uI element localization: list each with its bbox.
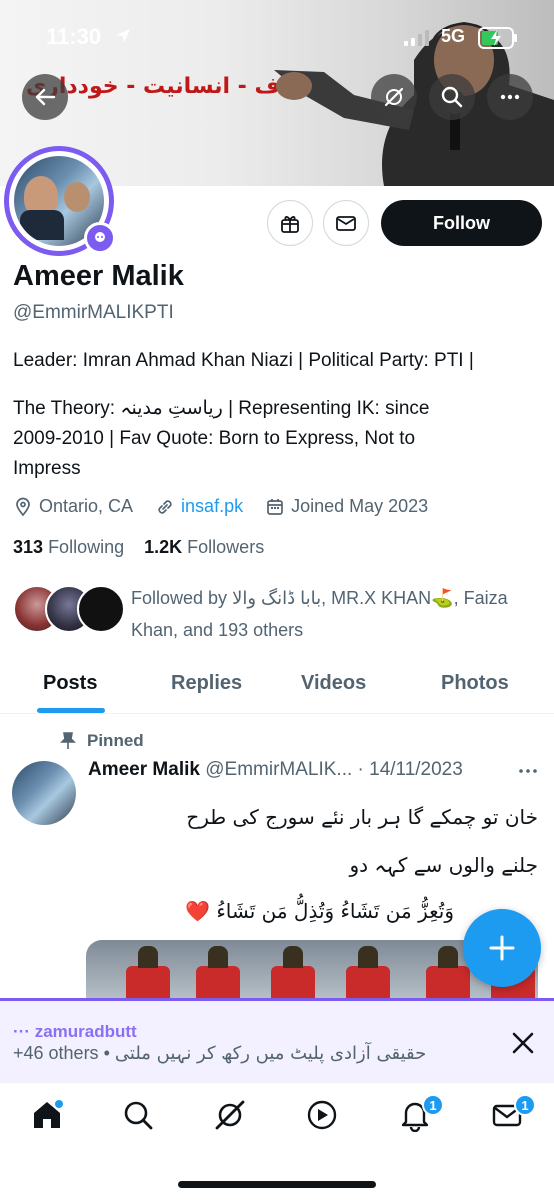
location-pin-icon — [16, 497, 30, 516]
location-arrow-icon — [116, 29, 130, 43]
following-link[interactable]: 313 Following — [13, 537, 124, 557]
follow-button[interactable]: Follow — [381, 200, 542, 246]
profile-name: Ameer Malik — [13, 260, 184, 292]
space-host: ··· zamuradbutt — [13, 1022, 137, 1041]
search-button[interactable] — [429, 74, 475, 120]
post-handle-date: @EmmirMALIK... · 14/11/2023 — [205, 759, 463, 780]
message-button[interactable] — [323, 200, 369, 246]
bio-line-1: Leader: Imran Ahmad Khan Niazi | Politic… — [13, 350, 474, 371]
followers-count: 1.2K — [144, 537, 183, 557]
mail-icon — [336, 216, 356, 231]
calendar-icon — [267, 498, 283, 515]
post-text-line-1: خان تو چمکے گا ہر بار نئے سورج کی طرح — [186, 805, 538, 829]
follower-avatar-3[interactable] — [77, 585, 125, 633]
profile-meta: Ontario, CA insaf.pk Joined May 2023 — [13, 496, 450, 517]
gift-button[interactable] — [267, 200, 313, 246]
pinned-label: Pinned — [60, 731, 144, 751]
tab-videos[interactable]: Videos — [301, 672, 366, 695]
back-arrow-icon — [35, 88, 56, 106]
status-time: 11:30 — [46, 24, 102, 49]
space-title: حقیقی آزادی پلیٹ میں رکھ کر نہیں ملتی — [114, 1043, 427, 1064]
notifications-badge: 1 — [422, 1094, 444, 1116]
followers-label: Followers — [187, 537, 265, 557]
joined-text: Joined May 2023 — [291, 496, 429, 516]
plus-icon — [489, 935, 515, 961]
battery-charging-icon — [478, 27, 517, 49]
search-icon — [441, 86, 463, 108]
website-link[interactable]: insaf.pk — [181, 496, 243, 517]
post-author-name[interactable]: Ameer Malik — [88, 759, 200, 780]
follow-counts: 313 Following 1.2K Followers — [13, 537, 264, 558]
tab-photos[interactable]: Photos — [441, 672, 509, 695]
pinned-text: Pinned — [87, 731, 144, 750]
profile-handle: @EmmirMALIKPTI — [13, 302, 174, 323]
signal-icon — [404, 30, 429, 46]
bio-line-2: The Theory: ریاستِ مدینہ | Representing … — [13, 398, 430, 419]
grok-button[interactable] — [371, 74, 417, 120]
active-tab-indicator — [37, 708, 105, 713]
grok-icon — [384, 87, 404, 107]
pin-icon — [60, 732, 76, 749]
profile-tabs: Posts Replies Videos Photos — [0, 660, 554, 714]
gift-icon — [281, 216, 299, 233]
followed-by-text[interactable]: Followed by بابا ڈانگ والا, MR.X KHAN⛳, … — [131, 582, 531, 646]
space-subtitle: +46 others • حقیقی آزادی پلیٹ میں رکھ کر… — [13, 1043, 427, 1064]
more-options-button[interactable] — [487, 74, 533, 120]
home-indicator — [178, 1181, 376, 1188]
explore-search-icon[interactable] — [121, 1098, 155, 1132]
post-header: Ameer Malik @EmmirMALIK... · 14/11/2023 — [88, 759, 463, 781]
back-button[interactable] — [22, 74, 68, 120]
post-more-icon[interactable] — [516, 761, 540, 781]
link-icon — [158, 499, 172, 514]
bio-line-3: 2009-2010 | Fav Quote: Born to Express, … — [13, 428, 416, 449]
post-text-line-3: وَتُعِزُّ مَن تَشَاءُ وَتُذِلُّ مَن تَشَ… — [185, 899, 454, 923]
close-space-icon[interactable] — [510, 1030, 536, 1056]
location-text: Ontario, CA — [39, 496, 134, 516]
spaces-mic-icon — [95, 232, 105, 242]
home-icon[interactable] — [30, 1098, 64, 1132]
bio-line-4: Impress — [13, 458, 81, 479]
spaces-listening-badge — [84, 222, 116, 254]
video-play-icon[interactable] — [305, 1098, 339, 1132]
status-bar: 11:30 5G — [0, 0, 554, 60]
post-text-line-2: جلنے والوں سے کہہ دو — [349, 853, 539, 877]
followers-link[interactable]: 1.2K Followers — [144, 537, 264, 557]
messages-badge: 1 — [514, 1094, 536, 1116]
location-item: Ontario, CA — [13, 496, 133, 517]
following-label: Following — [48, 537, 125, 557]
website-item[interactable]: insaf.pk — [155, 496, 243, 517]
network-type: 5G — [441, 26, 466, 46]
grok-nav-icon[interactable] — [213, 1098, 247, 1132]
compose-post-button[interactable] — [463, 909, 541, 987]
space-others: +46 others — [13, 1043, 99, 1063]
more-dots-icon — [500, 94, 520, 100]
followed-by-line-2: Khan, and 193 others — [131, 620, 304, 640]
following-count: 313 — [13, 537, 44, 557]
joined-item: Joined May 2023 — [265, 496, 428, 517]
post-author-avatar[interactable] — [12, 761, 76, 825]
tab-posts[interactable]: Posts — [43, 672, 97, 695]
followed-by-line-1: Followed by بابا ڈانگ والا, MR.X KHAN⛳, … — [131, 588, 508, 608]
tab-replies[interactable]: Replies — [171, 672, 242, 695]
